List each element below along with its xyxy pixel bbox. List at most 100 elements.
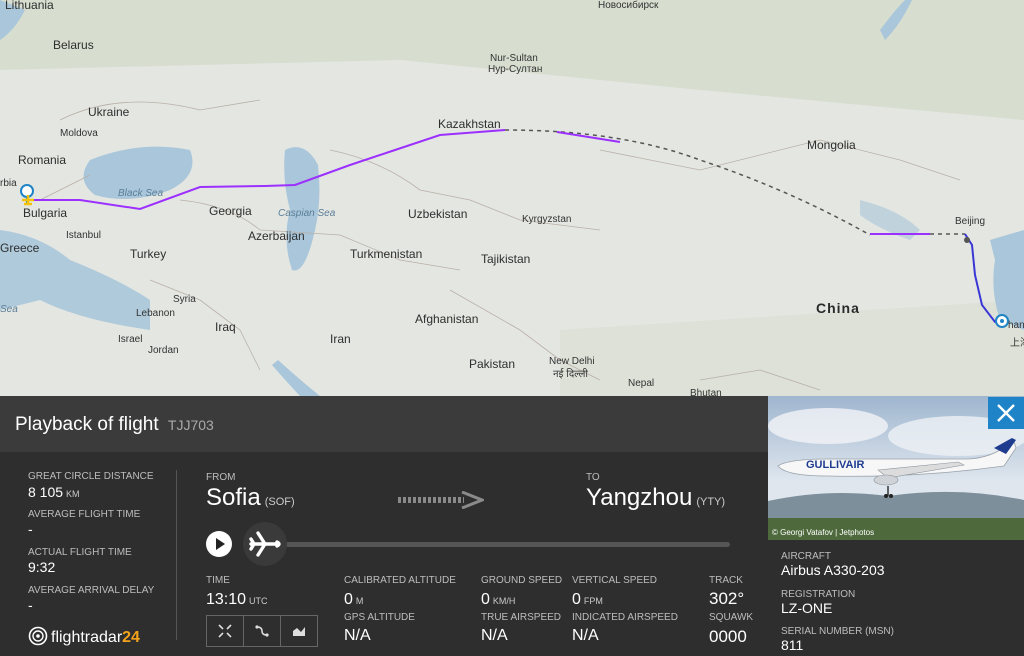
map-label: China (816, 300, 860, 316)
registration-label: REGISTRATION (781, 589, 856, 600)
play-button[interactable] (206, 531, 232, 557)
radar-icon (28, 626, 48, 646)
map-label: Lithuania (5, 0, 54, 12)
map-label: 上海 (1010, 338, 1024, 349)
gps-alt-label: GPS ALTITUDE (344, 612, 415, 623)
logo-number: 24 (122, 629, 140, 646)
panel-divider (176, 470, 177, 640)
map-label: Kyrgyzstan (522, 214, 572, 225)
map-label: Afghanistan (415, 312, 479, 326)
map-label: Mongolia (807, 138, 856, 152)
origin-code: (SOF) (264, 496, 295, 508)
avg-flight-time-label: AVERAGE FLIGHT TIME (28, 509, 141, 520)
map-label: Iran (330, 332, 351, 346)
time-label: TIME (206, 575, 230, 586)
ground-speed-label: GROUND SPEED (481, 575, 563, 586)
map-label: Black Sea (118, 188, 164, 199)
serial-label: SERIAL NUMBER (MSN) (781, 626, 894, 637)
destination-airport[interactable]: Yangzhou (YTY) (586, 484, 725, 512)
map-label: Azerbaijan (248, 229, 305, 243)
map-label: hang (1008, 320, 1024, 331)
playback-slider-handle[interactable] (243, 522, 287, 566)
time-number: 13:10 (206, 591, 247, 608)
map-view-buttons (206, 615, 318, 647)
true-airspeed-label: TRUE AIRSPEED (481, 612, 562, 623)
panel-title-text: Playback of flight (15, 414, 159, 435)
track-value: 302° (709, 589, 745, 608)
page-title: Playback of flight TJJ703 (15, 414, 214, 436)
cal-alt-unit: M (355, 596, 364, 606)
aircraft-livery-text: GULLIVAIR (806, 459, 865, 471)
focus-button[interactable] (207, 616, 244, 646)
map-label: Ukraine (88, 105, 130, 119)
map-label: Новосибирск (598, 0, 659, 11)
map-label: Nur-Sultan (490, 53, 538, 64)
map-label: Greece (0, 241, 40, 255)
aircraft-info-panel: GULLIVAIR (768, 396, 1024, 656)
cal-alt-number: 0 (344, 591, 353, 608)
registration-value[interactable]: LZ-ONE (781, 600, 832, 616)
destination-city: Yangzhou (586, 484, 693, 511)
map-label: Romania (18, 153, 67, 167)
vertical-speed-unit: FPM (583, 596, 603, 606)
indicated-airspeed-label: INDICATED AIRSPEED (572, 612, 678, 623)
serial-value: 811 (781, 637, 804, 653)
playback-slider[interactable] (285, 542, 730, 547)
airplane-icon (249, 531, 281, 557)
close-icon (997, 404, 1015, 422)
panel-header: Playback of flight TJJ703 (0, 396, 768, 452)
ground-speed-number: 0 (481, 591, 490, 608)
indicated-airspeed-value: N/A (572, 627, 599, 644)
map-label: Turkey (130, 247, 167, 261)
destination-pin-icon[interactable] (995, 314, 1009, 328)
origin-airport[interactable]: Sofia (SOF) (206, 484, 295, 512)
time-unit: UTC (249, 596, 268, 606)
route-icon (255, 625, 269, 637)
gps-alt-value: N/A (344, 627, 371, 644)
true-airspeed-value: N/A (481, 627, 508, 644)
avg-flight-time-value: - (28, 521, 33, 537)
route-button[interactable] (244, 616, 281, 646)
from-label: FROM (206, 472, 236, 483)
destination-code: (YTY) (696, 496, 726, 508)
map-label: Нур-Султан (488, 64, 543, 75)
collapse-arrows-icon (218, 624, 232, 638)
flight-callsign: TJJ703 (167, 417, 214, 433)
map-label: Moldova (60, 128, 98, 139)
map-label: Beijing (955, 216, 986, 227)
great-circle-label: GREAT CIRCLE DISTANCE (28, 471, 154, 482)
altitude-graph-icon (293, 627, 305, 636)
photo-credit[interactable]: © Georgi Vatafov | Jetphotos (772, 528, 874, 537)
origin-city: Sofia (206, 484, 261, 511)
squawk-value: 0000 (709, 627, 747, 646)
close-button[interactable] (988, 397, 1024, 429)
map-label: Istanbul (66, 230, 102, 241)
aircraft-type-value[interactable]: Airbus A330-203 (781, 562, 885, 578)
map-label: Tajikistan (481, 252, 531, 266)
map-label: Nepal (628, 378, 655, 389)
map-label: Israel (118, 334, 143, 345)
vertical-speed-label: VERTICAL SPEED (572, 575, 658, 586)
map-label: Syria (173, 294, 196, 305)
ground-speed-value: 0 KM/H (481, 591, 515, 609)
great-circle-value: 8 105 KM (28, 484, 80, 500)
flightradar24-logo[interactable]: flightradar24 (28, 626, 140, 647)
cal-alt-label: CALIBRATED ALTITUDE (344, 575, 456, 586)
graph-button[interactable] (281, 616, 317, 646)
actual-flight-time-label: ACTUAL FLIGHT TIME (28, 547, 132, 558)
map-label: Caspian Sea (278, 208, 336, 219)
vertical-speed-value: 0 FPM (572, 591, 603, 609)
ground-speed-unit: KM/H (492, 596, 516, 606)
aircraft-photo-image: GULLIVAIR (768, 396, 1024, 540)
aircraft-photo[interactable]: GULLIVAIR (768, 396, 1024, 540)
actual-flight-time-value: 9:32 (28, 559, 56, 575)
map-label: Uzbekistan (408, 207, 468, 221)
great-circle-number: 8 105 (28, 484, 64, 500)
logo-text: flightradar (51, 629, 123, 646)
map-label: Belarus (53, 38, 94, 52)
map-label: Jordan (148, 345, 179, 356)
map-label: Kazakhstan (438, 117, 501, 131)
map-label: Sea (0, 304, 18, 315)
map-label: Iraq (215, 320, 236, 334)
to-label: TO (586, 472, 600, 483)
